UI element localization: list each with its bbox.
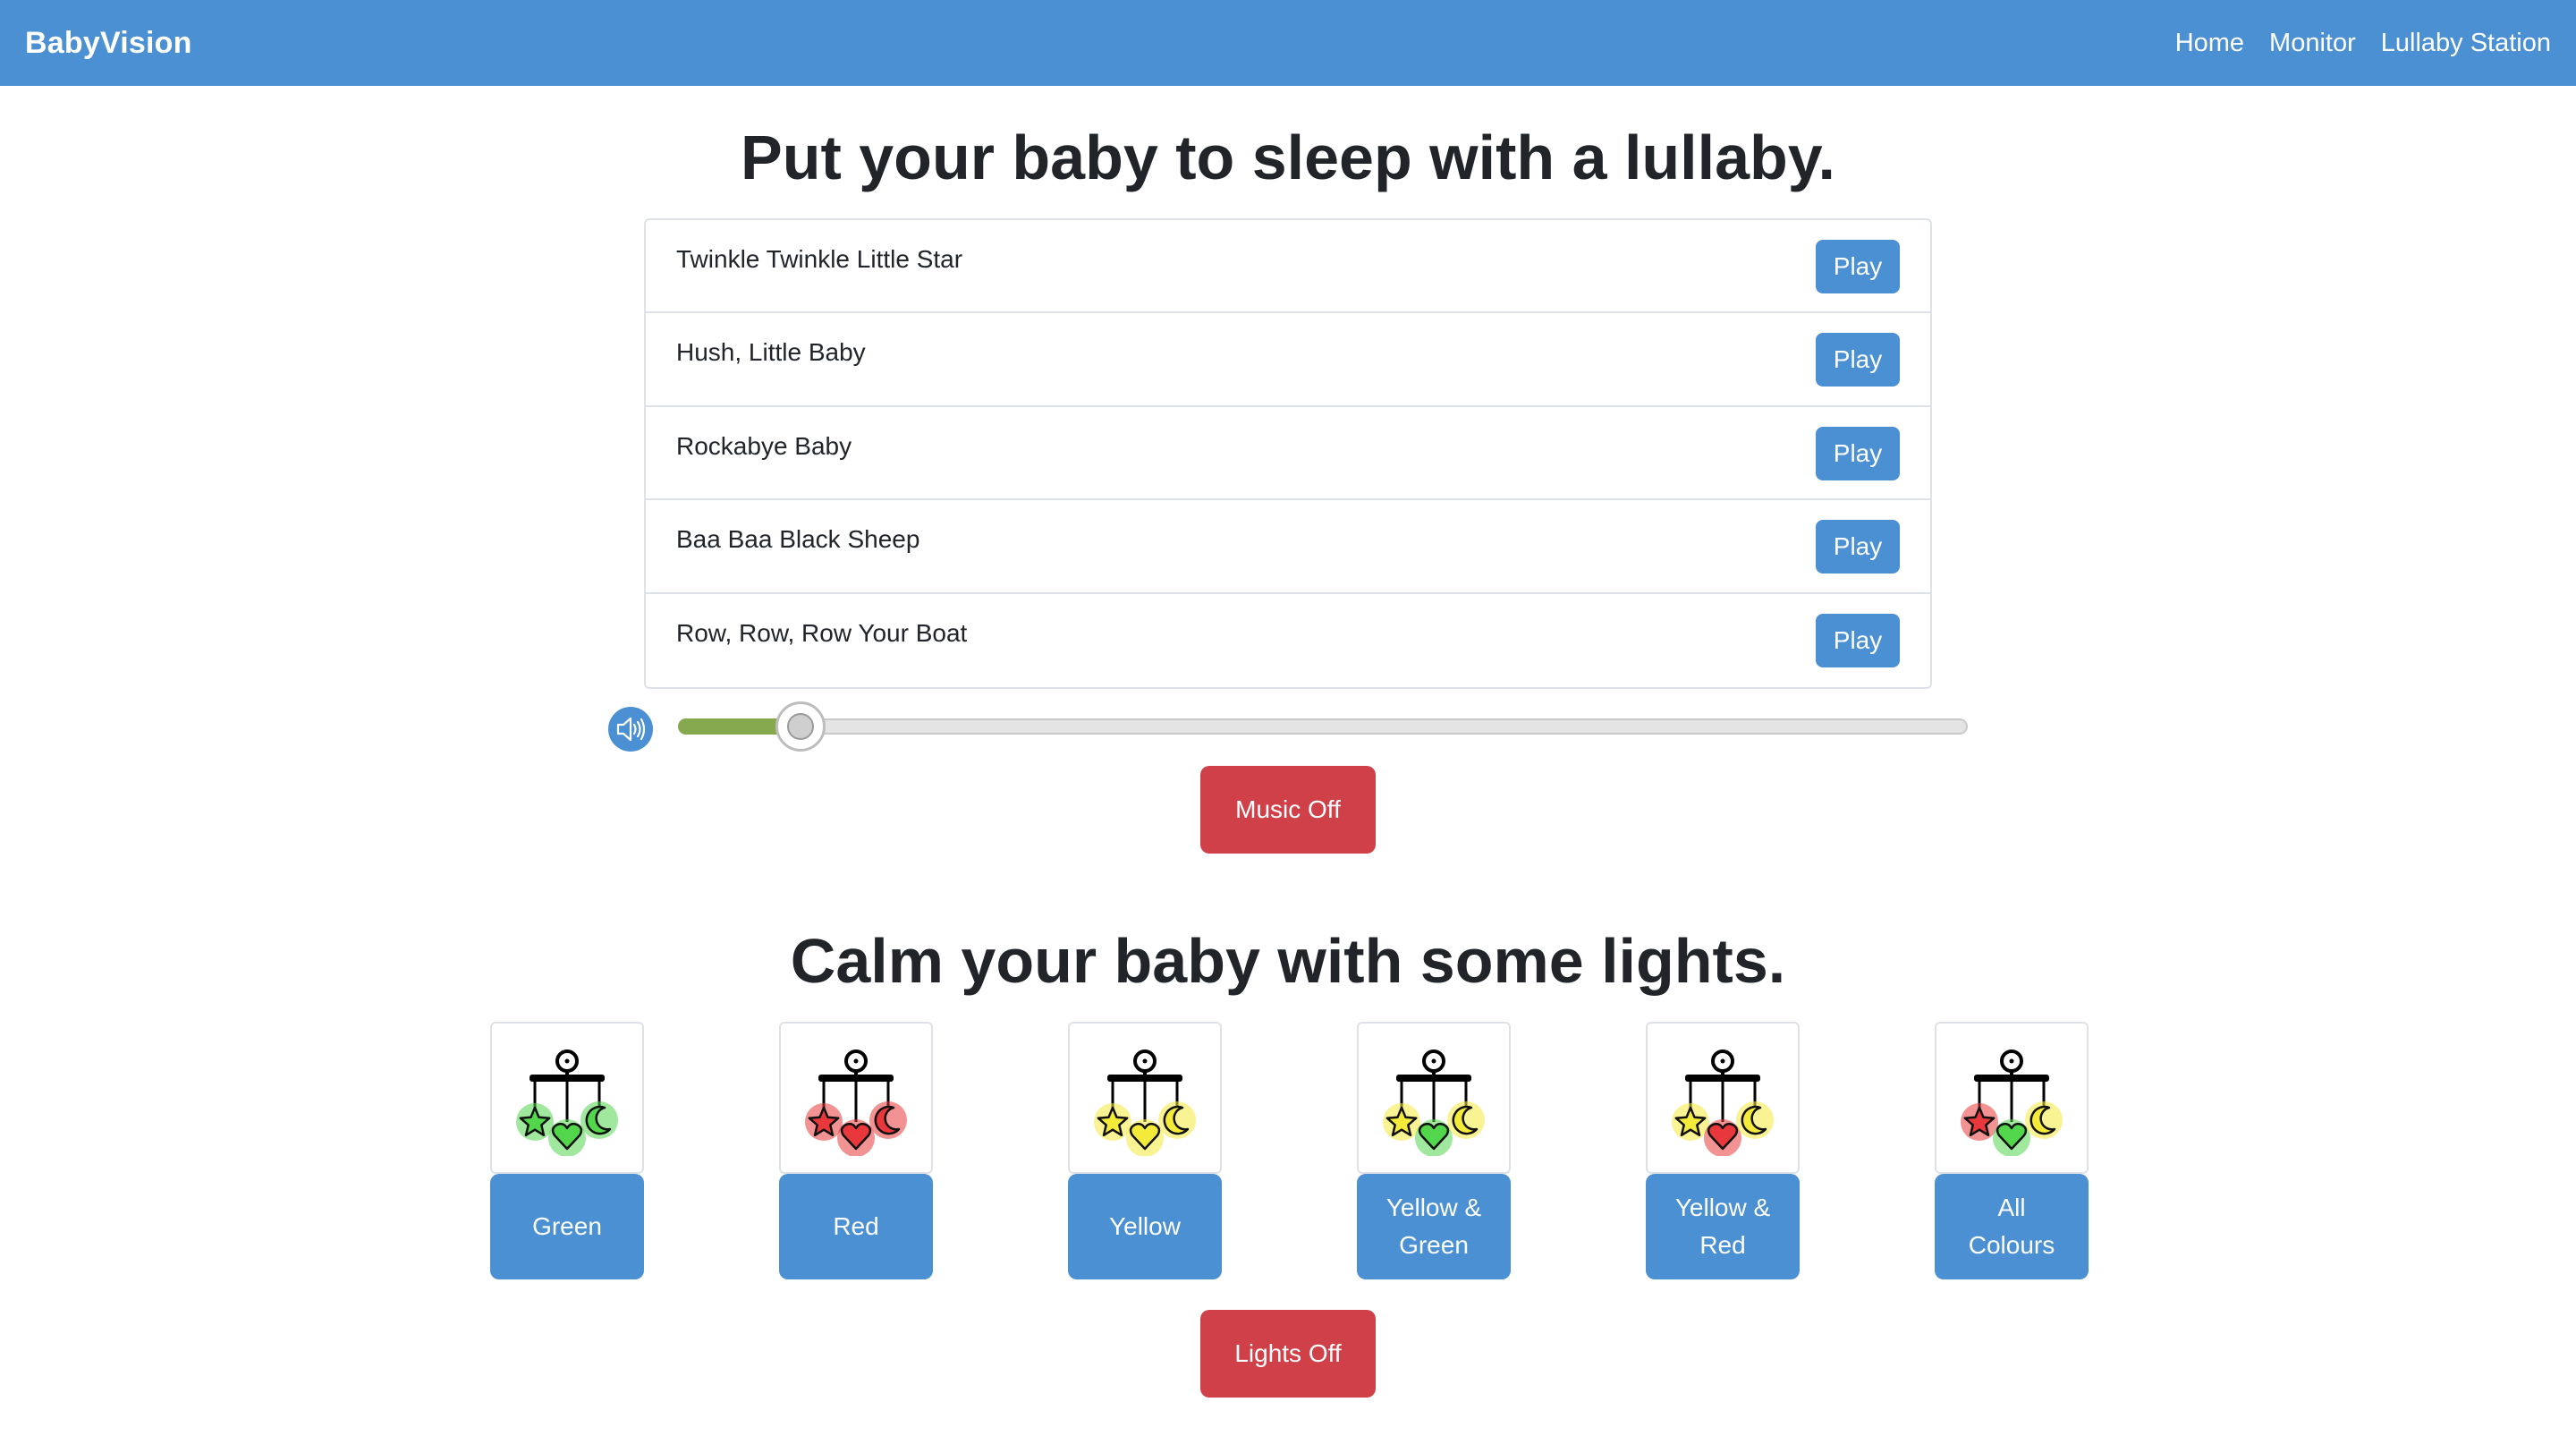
volume-slider-thumb[interactable] (775, 701, 826, 752)
baby-mobile-icon[interactable] (490, 1022, 644, 1174)
baby-mobile-icon[interactable] (1357, 1022, 1511, 1174)
song-row: Hush, Little Baby Play (646, 313, 1930, 407)
all-colours-light-button[interactable]: All Colours (1935, 1174, 2089, 1279)
volume-slider-track[interactable] (678, 718, 1968, 735)
play-button[interactable]: Play (1816, 613, 1900, 667)
song-title: Hush, Little Baby (676, 338, 866, 367)
light-option-yellow-red: Yellow & Red (1646, 1022, 1800, 1279)
song-row: Twinkle Twinkle Little Star Play (646, 220, 1930, 314)
light-option-red: Red (779, 1022, 933, 1279)
speaker-icon[interactable] (608, 707, 653, 752)
navbar: BabyVision Home Monitor Lullaby Station (0, 0, 2576, 86)
red-light-button[interactable]: Red (779, 1174, 933, 1279)
song-title: Twinkle Twinkle Little Star (676, 245, 963, 273)
brand-logo[interactable]: BabyVision (25, 26, 192, 61)
nav-link-lullaby-station[interactable]: Lullaby Station (2381, 29, 2551, 58)
lights-heading: Calm your baby with some lights. (790, 926, 1786, 996)
nav-link-home[interactable]: Home (2175, 29, 2244, 58)
yellow-green-light-button[interactable]: Yellow & Green (1357, 1174, 1511, 1279)
song-row: Row, Row, Row Your Boat Play (646, 594, 1930, 687)
song-title: Baa Baa Black Sheep (676, 525, 920, 554)
nav-links: Home Monitor Lullaby Station (2175, 29, 2551, 58)
light-option-yellow: Yellow (1068, 1022, 1222, 1279)
music-off-button[interactable]: Music Off (1200, 766, 1376, 854)
yellow-red-light-button[interactable]: Yellow & Red (1646, 1174, 1800, 1279)
baby-mobile-icon[interactable] (1935, 1022, 2089, 1174)
play-button[interactable]: Play (1816, 333, 1900, 387)
song-title: Rockabye Baby (676, 431, 852, 460)
light-option-green: Green (490, 1022, 644, 1279)
song-row: Baa Baa Black Sheep Play (646, 500, 1930, 594)
baby-mobile-icon[interactable] (779, 1022, 933, 1174)
lullaby-heading: Put your baby to sleep with a lullaby. (741, 123, 1835, 192)
baby-mobile-icon[interactable] (1646, 1022, 1800, 1174)
light-option-all-colours: All Colours (1935, 1022, 2089, 1279)
nav-link-monitor[interactable]: Monitor (2269, 29, 2356, 58)
song-row: Rockabye Baby Play (646, 407, 1930, 501)
song-title: Row, Row, Row Your Boat (676, 618, 968, 647)
baby-mobile-icon[interactable] (1068, 1022, 1222, 1174)
play-button[interactable]: Play (1816, 426, 1900, 480)
play-button[interactable]: Play (1816, 240, 1900, 293)
yellow-light-button[interactable]: Yellow (1068, 1174, 1222, 1279)
light-option-yellow-green: Yellow & Green (1357, 1022, 1511, 1279)
play-button[interactable]: Play (1816, 520, 1900, 574)
lights-off-button[interactable]: Lights Off (1200, 1310, 1376, 1398)
green-light-button[interactable]: Green (490, 1174, 644, 1279)
volume-slider[interactable] (678, 701, 1968, 752)
song-list: Twinkle Twinkle Little Star Play Hush, L… (644, 218, 1932, 689)
